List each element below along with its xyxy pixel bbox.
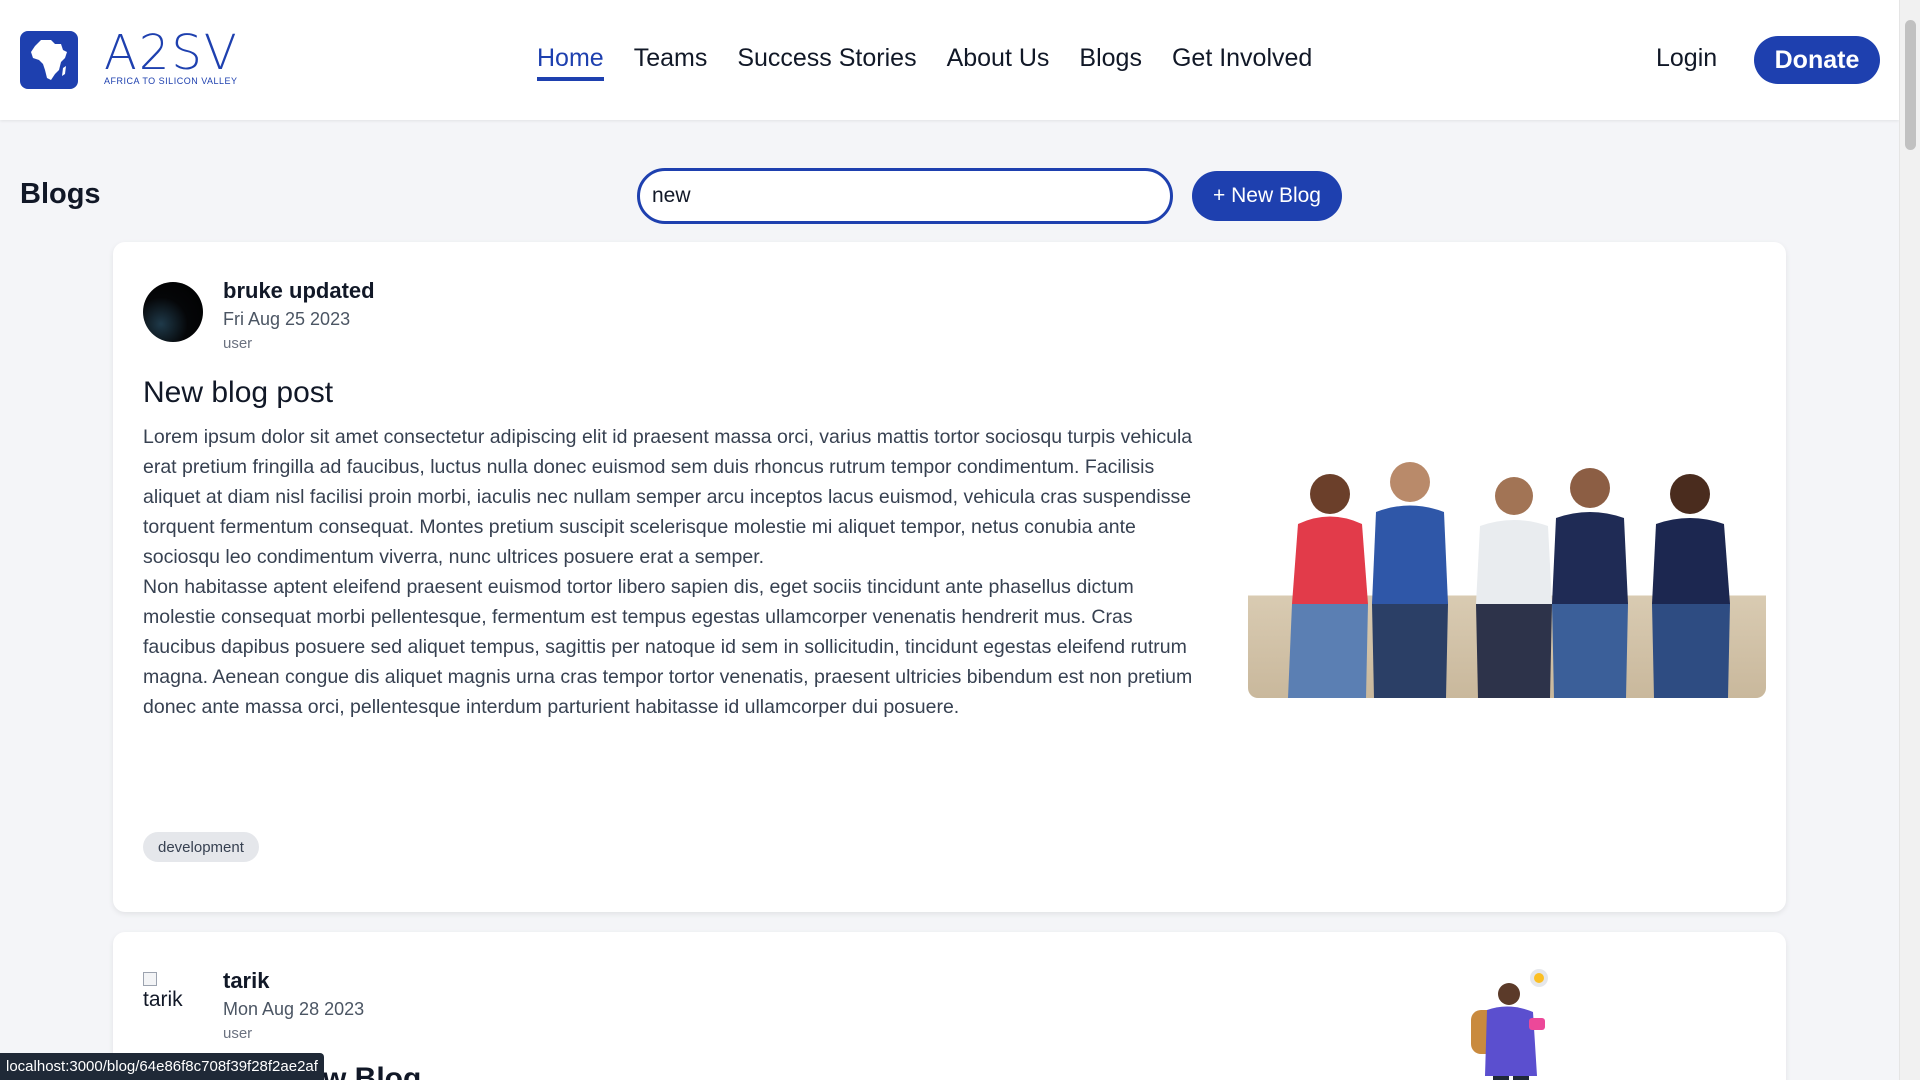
post-paragraph: Non habitasse aptent eleifend praesent e…: [143, 576, 1193, 718]
blog-search-input[interactable]: [637, 168, 1173, 224]
group-photo-icon: [1288, 462, 1730, 698]
author-name: bruke updated: [223, 278, 375, 303]
brand-name: A2SV: [104, 25, 239, 81]
scrollbar-thumb[interactable]: [1905, 20, 1916, 150]
status-bar-url: localhost:3000/blog/64e86f8c708f39f28f2a…: [0, 1053, 324, 1080]
post-image: [1248, 454, 1766, 698]
post-paragraph: Lorem ipsum dolor sit amet consectetur a…: [143, 426, 1193, 568]
author-name: tarik: [223, 968, 270, 993]
page-scrollbar[interactable]: [1899, 0, 1920, 1080]
nav-link-success-stories[interactable]: Success Stories: [737, 44, 916, 81]
post-body: Lorem ipsum dolor sit amet consectetur a…: [143, 422, 1203, 722]
nav-link-blogs[interactable]: Blogs: [1079, 44, 1142, 81]
broken-image-icon: [143, 972, 157, 986]
brand-tagline: AFRICA TO SILICON VALLEY: [104, 76, 238, 86]
post-date: Fri Aug 25 2023: [223, 309, 351, 329]
donate-button[interactable]: Donate: [1754, 36, 1880, 84]
person-illustration-icon: [1471, 969, 1548, 1080]
nav-link-teams[interactable]: Teams: [634, 44, 708, 81]
top-navbar: A2SV AFRICA TO SILICON VALLEY Home Teams…: [0, 0, 1899, 120]
new-blog-button[interactable]: + New Blog: [1192, 171, 1342, 221]
nav-link-home[interactable]: Home: [537, 44, 604, 81]
nav-link-get-involved[interactable]: Get Involved: [1172, 44, 1312, 81]
author-role: user: [223, 1025, 253, 1042]
login-link[interactable]: Login: [1656, 44, 1717, 73]
page-title: Blogs: [20, 178, 101, 210]
africa-logo-icon[interactable]: [20, 31, 78, 89]
avatar-alt-text: tarik: [143, 988, 183, 1011]
blog-card[interactable]: tarik tarik Mon Aug 28 2023 user w Blog: [113, 932, 1786, 1080]
main-nav: Home Teams Success Stories About Us Blog…: [537, 44, 1312, 81]
author-role: user: [223, 335, 253, 352]
post-title[interactable]: w Blog: [323, 1062, 421, 1080]
nav-link-about-us[interactable]: About Us: [947, 44, 1050, 81]
africa-map-icon: [31, 40, 67, 80]
post-date: Mon Aug 28 2023: [223, 999, 365, 1019]
brand-logo[interactable]: A2SV AFRICA TO SILICON VALLEY: [104, 28, 254, 90]
blog-card[interactable]: bruke updated Fri Aug 25 2023 user New b…: [113, 242, 1786, 912]
post-title[interactable]: New blog post: [143, 376, 333, 410]
tag-chip[interactable]: development: [143, 832, 259, 862]
author-avatar: [143, 282, 203, 342]
author-avatar: tarik: [143, 972, 183, 1012]
